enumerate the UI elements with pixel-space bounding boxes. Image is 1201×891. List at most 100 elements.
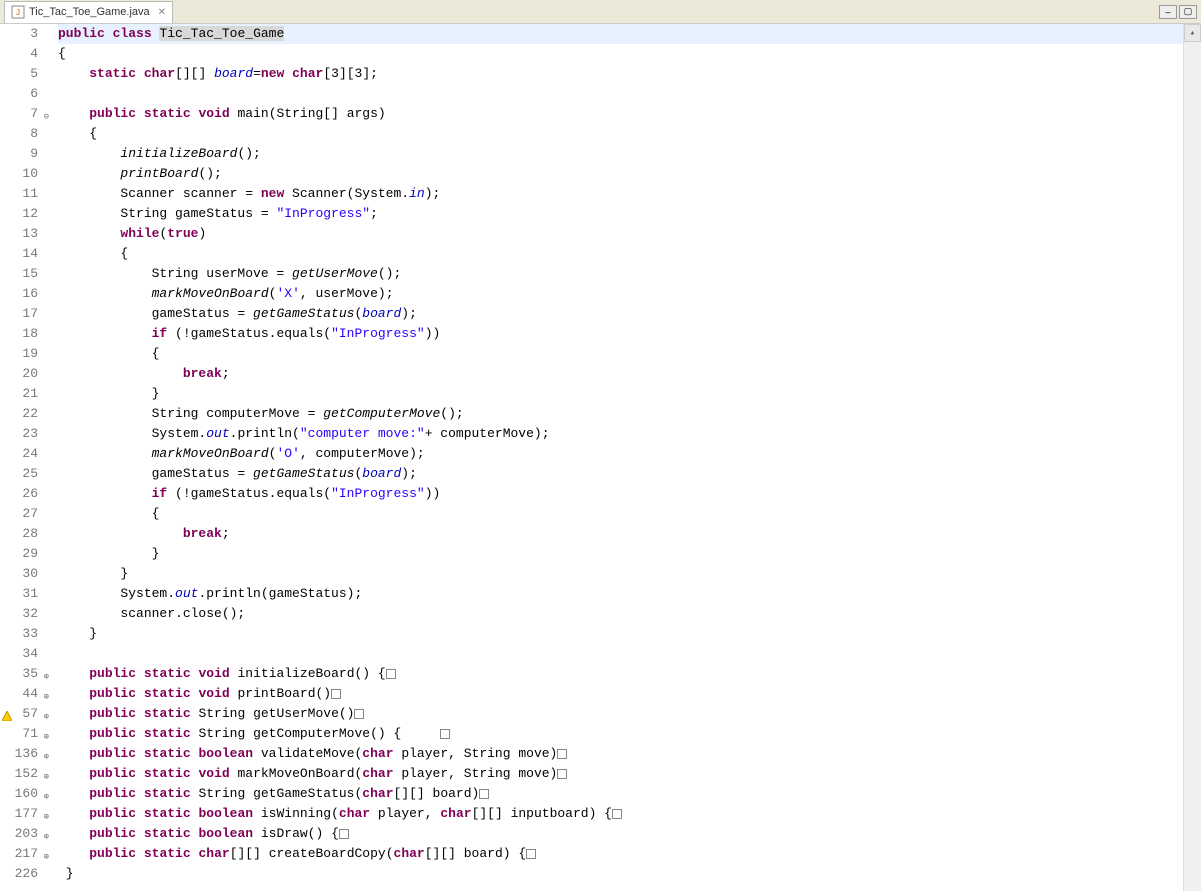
code-line[interactable]: public class Tic_Tac_Toe_Game (58, 24, 1183, 44)
line-number[interactable]: 28 (0, 524, 38, 544)
code-line[interactable]: public static boolean isDraw() { (58, 824, 1183, 844)
vertical-scrollbar[interactable]: ▴ (1183, 24, 1201, 891)
line-number[interactable]: 203⊕ (0, 824, 38, 844)
fold-collapsed-icon[interactable] (526, 849, 536, 859)
line-number[interactable]: 3 (0, 24, 38, 44)
tab-close-icon[interactable]: ✕ (158, 7, 166, 18)
code-line[interactable]: public static char[][] createBoardCopy(c… (58, 844, 1183, 864)
line-number[interactable]: 30 (0, 564, 38, 584)
fold-open-icon[interactable]: ⊖ (44, 107, 49, 127)
code-line[interactable]: { (58, 504, 1183, 524)
line-number[interactable]: 5 (0, 64, 38, 84)
line-number[interactable]: 16 (0, 284, 38, 304)
code-line[interactable] (58, 644, 1183, 664)
fold-closed-icon[interactable]: ⊕ (44, 787, 49, 807)
code-line[interactable]: } (58, 384, 1183, 404)
code-line[interactable]: { (58, 244, 1183, 264)
code-line[interactable]: String gameStatus = "InProgress"; (58, 204, 1183, 224)
code-line[interactable]: while(true) (58, 224, 1183, 244)
line-number[interactable]: 177⊕ (0, 804, 38, 824)
line-number[interactable]: 14 (0, 244, 38, 264)
line-number[interactable]: 71⊕ (0, 724, 38, 744)
line-number[interactable]: 152⊕ (0, 764, 38, 784)
fold-closed-icon[interactable]: ⊕ (44, 667, 49, 687)
code-line[interactable]: } (58, 864, 1183, 884)
code-line[interactable]: scanner.close(); (58, 604, 1183, 624)
line-number[interactable]: 35⊕ (0, 664, 38, 684)
line-number[interactable]: 21 (0, 384, 38, 404)
code-line[interactable]: break; (58, 364, 1183, 384)
fold-closed-icon[interactable]: ⊕ (44, 847, 49, 867)
fold-collapsed-icon[interactable] (386, 669, 396, 679)
code-line[interactable]: initializeBoard(); (58, 144, 1183, 164)
line-number[interactable]: 25 (0, 464, 38, 484)
code-line[interactable]: printBoard(); (58, 164, 1183, 184)
code-line[interactable]: if (!gameStatus.equals("InProgress")) (58, 324, 1183, 344)
fold-collapsed-icon[interactable] (557, 769, 567, 779)
fold-closed-icon[interactable]: ⊕ (44, 827, 49, 847)
line-number[interactable]: 29 (0, 544, 38, 564)
code-line[interactable]: System.out.println(gameStatus); (58, 584, 1183, 604)
fold-closed-icon[interactable]: ⊕ (44, 727, 49, 747)
line-number[interactable]: 10 (0, 164, 38, 184)
fold-closed-icon[interactable]: ⊕ (44, 747, 49, 767)
code-line[interactable]: static char[][] board=new char[3][3]; (58, 64, 1183, 84)
line-number[interactable]: 7⊖ (0, 104, 38, 124)
code-line[interactable]: public static void initializeBoard() { (58, 664, 1183, 684)
code-line[interactable] (58, 84, 1183, 104)
line-number[interactable]: 13 (0, 224, 38, 244)
code-line[interactable]: System.out.println("computer move:"+ com… (58, 424, 1183, 444)
fold-collapsed-icon[interactable] (557, 749, 567, 759)
line-number[interactable]: 11 (0, 184, 38, 204)
code-line[interactable]: public static String getComputerMove() { (58, 724, 1183, 744)
line-number[interactable]: 26 (0, 484, 38, 504)
maximize-button[interactable]: ▢ (1179, 5, 1197, 19)
line-number[interactable]: 136⊕ (0, 744, 38, 764)
line-number[interactable]: 8 (0, 124, 38, 144)
code-line[interactable]: public static boolean isWinning(char pla… (58, 804, 1183, 824)
code-line[interactable]: markMoveOnBoard('X', userMove); (58, 284, 1183, 304)
code-line[interactable]: { (58, 124, 1183, 144)
line-number[interactable]: 34 (0, 644, 38, 664)
code-line[interactable]: markMoveOnBoard('O', computerMove); (58, 444, 1183, 464)
line-number[interactable]: 160⊕ (0, 784, 38, 804)
code-line[interactable]: break; (58, 524, 1183, 544)
line-number[interactable]: 9 (0, 144, 38, 164)
line-number[interactable]: 6 (0, 84, 38, 104)
fold-collapsed-icon[interactable] (479, 789, 489, 799)
line-number[interactable]: 19 (0, 344, 38, 364)
warning-icon[interactable] (2, 708, 12, 718)
fold-closed-icon[interactable]: ⊕ (44, 807, 49, 827)
code-line[interactable]: public static String getGameStatus(char[… (58, 784, 1183, 804)
line-number[interactable]: 226 (0, 864, 38, 884)
code-line[interactable]: public static void main(String[] args) (58, 104, 1183, 124)
code-line[interactable]: gameStatus = getGameStatus(board); (58, 464, 1183, 484)
fold-collapsed-icon[interactable] (331, 689, 341, 699)
fold-collapsed-icon[interactable] (339, 829, 349, 839)
code-line[interactable]: String userMove = getUserMove(); (58, 264, 1183, 284)
fold-closed-icon[interactable]: ⊕ (44, 767, 49, 787)
code-line[interactable]: public static boolean validateMove(char … (58, 744, 1183, 764)
code-line[interactable]: } (58, 544, 1183, 564)
minimize-button[interactable]: – (1159, 5, 1177, 19)
code-line[interactable]: } (58, 624, 1183, 644)
line-number[interactable]: 27 (0, 504, 38, 524)
line-number[interactable]: 57⊕ (0, 704, 38, 724)
line-number[interactable]: 4 (0, 44, 38, 64)
line-number-gutter[interactable]: 34567⊖8910111213141516171819202122232425… (0, 24, 44, 891)
code-line[interactable]: { (58, 44, 1183, 64)
line-number[interactable]: 33 (0, 624, 38, 644)
code-line[interactable]: public static void printBoard() (58, 684, 1183, 704)
code-line[interactable]: public static String getUserMove() (58, 704, 1183, 724)
code-line[interactable]: if (!gameStatus.equals("InProgress")) (58, 484, 1183, 504)
fold-collapsed-icon[interactable] (354, 709, 364, 719)
code-editor[interactable]: public class Tic_Tac_Toe_Game{ static ch… (44, 24, 1183, 891)
code-line[interactable]: } (58, 564, 1183, 584)
line-number[interactable]: 12 (0, 204, 38, 224)
line-number[interactable]: 217⊕ (0, 844, 38, 864)
fold-closed-icon[interactable]: ⊕ (44, 687, 49, 707)
fold-collapsed-icon[interactable] (612, 809, 622, 819)
code-line[interactable]: Scanner scanner = new Scanner(System.in)… (58, 184, 1183, 204)
fold-closed-icon[interactable]: ⊕ (44, 707, 49, 727)
fold-collapsed-icon[interactable] (440, 729, 450, 739)
